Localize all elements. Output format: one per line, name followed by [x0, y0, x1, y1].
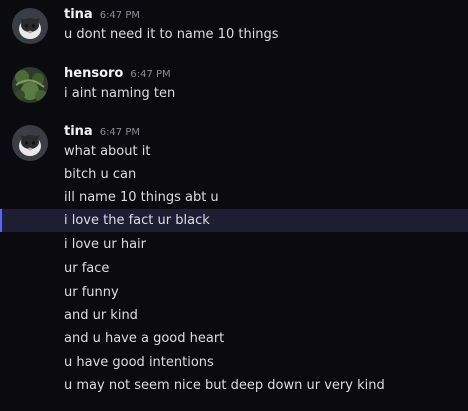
- message-text: i love the fact ur black: [64, 213, 210, 228]
- message-text: ur funny: [64, 285, 119, 300]
- message-line[interactable]: u have good intentions: [0, 351, 468, 374]
- message-line[interactable]: ur face: [0, 257, 468, 280]
- message-line[interactable]: u may not seem nice but deep down ur ver…: [0, 374, 468, 397]
- message-line[interactable]: bitch u can: [0, 163, 468, 186]
- message-line[interactable]: i love ur hair: [0, 233, 468, 256]
- message-header: tina 6:47 PM: [64, 123, 140, 141]
- message-line[interactable]: i aint naming ten: [0, 82, 468, 105]
- message-line[interactable]: and u have a good heart: [0, 327, 468, 350]
- message-text: ill name 10 things abt u: [64, 190, 219, 205]
- message-header: hensoro 6:47 PM: [64, 65, 171, 83]
- message-text: u may not seem nice but deep down ur ver…: [64, 378, 385, 393]
- message-text: i aint naming ten: [64, 86, 176, 101]
- message-line[interactable]: what about it: [0, 140, 468, 163]
- chat-log: tina 6:47 PM u dont need it to name 10 t…: [0, 0, 468, 411]
- message-text: bitch u can: [64, 167, 137, 182]
- message-text: u dont need it to name 10 things: [64, 27, 279, 42]
- message-text: and ur kind: [64, 308, 138, 323]
- message-line[interactable]: ur funny: [0, 281, 468, 304]
- username[interactable]: hensoro: [64, 65, 123, 83]
- message-text: i love ur hair: [64, 237, 147, 252]
- username[interactable]: tina: [64, 123, 93, 141]
- message-header: tina 6:47 PM: [64, 6, 140, 24]
- message-line[interactable]: ill name 10 things abt u: [0, 186, 468, 209]
- message-line[interactable]: and ur kind: [0, 304, 468, 327]
- message-text: ur face: [64, 261, 110, 276]
- message-text: what about it: [64, 144, 151, 159]
- username[interactable]: tina: [64, 6, 93, 24]
- message-text: u have good intentions: [64, 355, 214, 370]
- message-line-highlighted[interactable]: i love the fact ur black: [0, 209, 468, 232]
- message-text: and u have a good heart: [64, 331, 225, 346]
- message-line[interactable]: u dont need it to name 10 things: [0, 23, 468, 46]
